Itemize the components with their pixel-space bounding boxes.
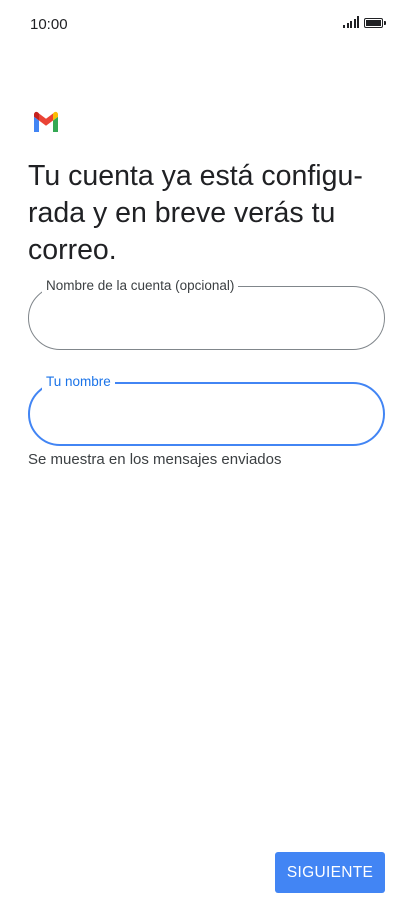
account-name-label: Nombre de la cuenta (opcional) <box>42 277 239 295</box>
signal-icon <box>343 16 359 28</box>
account-name-input[interactable] <box>48 304 365 334</box>
headline-line: correo. <box>28 234 117 266</box>
status-time: 10:00 <box>30 16 68 33</box>
helper-text: Se muestra en los mensajes enviados <box>28 451 282 468</box>
status-bar: 10:00 <box>0 0 413 48</box>
gmail-logo-icon <box>34 111 58 132</box>
headline: Tu cuenta ya está configu- rada y en bre… <box>28 158 378 269</box>
headline-line: rada y en breve verás tu <box>28 197 336 229</box>
headline-line: Tu cuenta ya está configu- <box>28 160 363 192</box>
battery-icon <box>364 18 386 28</box>
your-name-field[interactable]: Tu nombre <box>28 373 385 446</box>
your-name-label: Tu nombre <box>42 373 115 391</box>
next-button[interactable]: SIGUIENTE <box>275 852 385 893</box>
account-name-field[interactable]: Nombre de la cuenta (opcional) <box>28 277 385 350</box>
your-name-input[interactable] <box>48 400 365 430</box>
status-icons <box>343 16 386 28</box>
